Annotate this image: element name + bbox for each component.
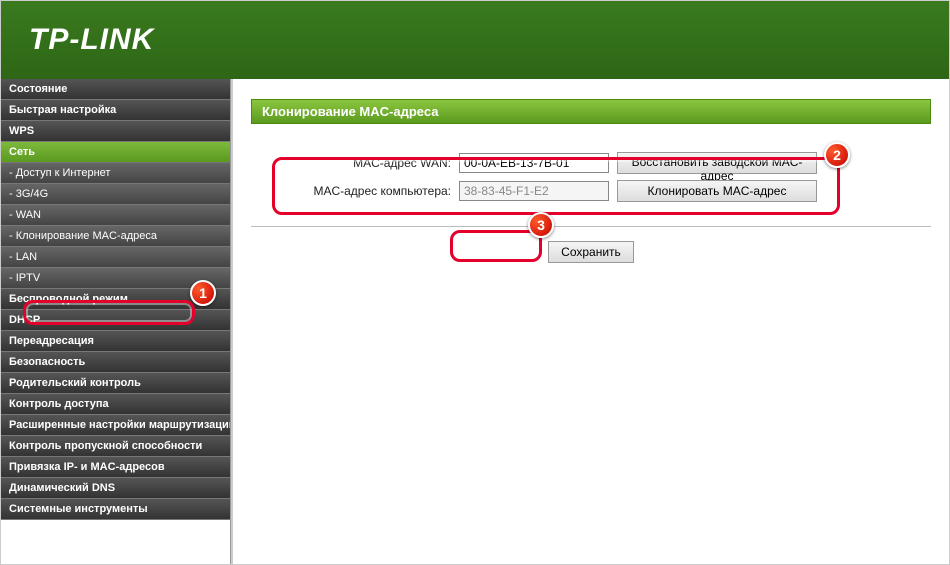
sidebar-item-bandwidth[interactable]: Контроль пропускной способности: [1, 436, 230, 457]
sidebar-item-label: - LAN: [9, 251, 37, 263]
pc-mac-input[interactable]: [459, 181, 609, 201]
sidebar-item-label: WPS: [9, 125, 34, 137]
sidebar-item-security[interactable]: Безопасность: [1, 352, 230, 373]
sidebar-item-iptv[interactable]: - IPTV: [1, 268, 230, 289]
panel-title: Клонирование MAC-адреса: [251, 99, 931, 124]
sidebar-item-label: Сеть: [9, 146, 35, 158]
sidebar-item-ddns[interactable]: Динамический DNS: [1, 478, 230, 499]
sidebar-item-label: Динамический DNS: [9, 482, 115, 494]
sidebar-item-label: - IPTV: [9, 272, 40, 284]
sidebar-item-parental[interactable]: Родительский контроль: [1, 373, 230, 394]
divider: [251, 226, 931, 227]
sidebar-item-label: Родительский контроль: [9, 377, 141, 389]
sidebar-item-label: Состояние: [9, 83, 67, 95]
sidebar-item-dhcp[interactable]: DHCP: [1, 310, 230, 331]
save-button[interactable]: Сохранить: [548, 241, 634, 263]
main-panel: Клонирование MAC-адреса MAC-адрес WAN: В…: [231, 79, 949, 564]
logo: TP-LINK: [29, 23, 154, 57]
sidebar-item-label: Быстрая настройка: [9, 104, 116, 116]
sidebar-item-3g4g[interactable]: - 3G/4G: [1, 184, 230, 205]
sidebar: Состояние Быстрая настройка WPS Сеть - Д…: [1, 79, 231, 564]
sidebar-item-label: Контроль пропускной способности: [9, 440, 202, 452]
sidebar-item-wireless[interactable]: Беспроводной режим: [1, 289, 230, 310]
sidebar-item-mac-clone[interactable]: - Клонирование MAC-адреса: [1, 226, 230, 247]
wan-mac-row: MAC-адрес WAN: Восстановить заводской MA…: [271, 152, 911, 174]
sidebar-item-wps[interactable]: WPS: [1, 121, 230, 142]
sidebar-item-label: Расширенные настройки маршрутизации: [9, 419, 230, 431]
sidebar-item-label: Системные инструменты: [9, 503, 148, 515]
sidebar-item-network[interactable]: Сеть: [1, 142, 230, 163]
sidebar-item-internet-access[interactable]: - Доступ к Интернет: [1, 163, 230, 184]
restore-mac-button[interactable]: Восстановить заводской MAC-адрес: [617, 152, 817, 174]
sidebar-item-lan[interactable]: - LAN: [1, 247, 230, 268]
save-row: Сохранить: [251, 241, 931, 263]
sidebar-item-label: Привязка IP- и MAC-адресов: [9, 461, 165, 473]
sidebar-item-quick-setup[interactable]: Быстрая настройка: [1, 100, 230, 121]
sidebar-item-system-tools[interactable]: Системные инструменты: [1, 499, 230, 520]
sidebar-item-label: Контроль доступа: [9, 398, 109, 410]
mac-clone-form: MAC-адрес WAN: Восстановить заводской MA…: [251, 144, 931, 220]
content-wrapper: Состояние Быстрая настройка WPS Сеть - Д…: [1, 79, 949, 564]
sidebar-item-routing[interactable]: Расширенные настройки маршрутизации: [1, 415, 230, 436]
sidebar-item-label: DHCP: [9, 314, 40, 326]
sidebar-item-label: - 3G/4G: [9, 188, 48, 200]
header: TP-LINK: [1, 1, 949, 79]
wan-mac-label: MAC-адрес WAN:: [271, 156, 451, 170]
sidebar-item-label: - WAN: [9, 209, 41, 221]
sidebar-item-forwarding[interactable]: Переадресация: [1, 331, 230, 352]
sidebar-item-access-control[interactable]: Контроль доступа: [1, 394, 230, 415]
sidebar-item-label: - Клонирование MAC-адреса: [9, 230, 157, 242]
sidebar-item-ip-mac-binding[interactable]: Привязка IP- и MAC-адресов: [1, 457, 230, 478]
sidebar-item-label: Переадресация: [9, 335, 94, 347]
sidebar-item-wan[interactable]: - WAN: [1, 205, 230, 226]
pc-mac-label: MAC-адрес компьютера:: [271, 184, 451, 198]
sidebar-item-label: - Доступ к Интернет: [9, 167, 110, 179]
sidebar-item-label: Беспроводной режим: [9, 293, 128, 305]
pc-mac-row: MAC-адрес компьютера: Клонировать MAC-ад…: [271, 180, 911, 202]
clone-mac-button[interactable]: Клонировать MAC-адрес: [617, 180, 817, 202]
wan-mac-input[interactable]: [459, 153, 609, 173]
sidebar-item-status[interactable]: Состояние: [1, 79, 230, 100]
sidebar-item-label: Безопасность: [9, 356, 85, 368]
